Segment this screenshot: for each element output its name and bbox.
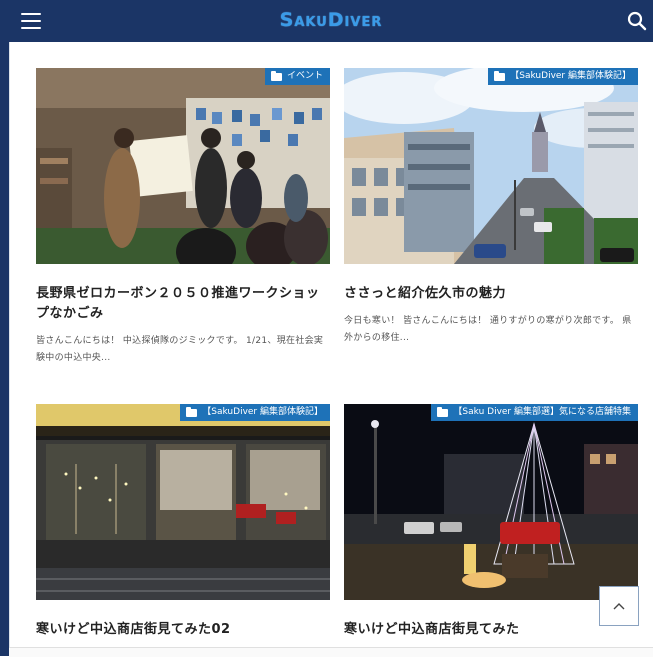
folder-icon (494, 70, 506, 81)
article-thumbnail[interactable]: 【SakuDiver 編集部体験記】 (344, 68, 638, 264)
article-thumbnail[interactable]: イベント (36, 68, 330, 264)
article-thumbnail[interactable]: 【SakuDiver 編集部体験記】 (36, 404, 330, 600)
folder-icon (186, 406, 198, 417)
category-badge[interactable]: 【SakuDiver 編集部体験記】 (488, 68, 638, 85)
site-logo[interactable]: SakuDiver (9, 9, 653, 31)
article-card[interactable]: イベント 長野県ゼロカーボン２０５０推進ワークショップなかごみ 皆さんこんにちは… (36, 68, 330, 367)
folder-icon (270, 70, 282, 81)
chevron-up-icon (613, 603, 625, 610)
back-to-top-button[interactable] (599, 586, 639, 626)
article-excerpt: 皆さんこんにちは！ 中込探偵隊のジミックです。 1/21、現在社会実験中の中込中… (36, 336, 324, 363)
category-badge[interactable]: イベント (264, 68, 330, 85)
article-list: イベント 長野県ゼロカーボン２０５０推進ワークショップなかごみ 皆さんこんにちは… (9, 42, 653, 656)
article-title[interactable]: 寒いけど中込商店街見てみた (344, 620, 638, 640)
article-card[interactable]: 【Saku Diver 編集部選】気になる店舗特集 寒いけど中込商店街見てみた (344, 404, 638, 640)
article-card[interactable]: 【SakuDiver 編集部体験記】 ささっと紹介佐久市の魅力 今日も寒い！ 皆… (344, 68, 638, 347)
folder-icon (437, 406, 449, 417)
article-title[interactable]: ささっと紹介佐久市の魅力 (344, 284, 638, 304)
search-icon[interactable] (627, 11, 647, 31)
site-header: SakuDiver (9, 0, 653, 42)
article-thumbnail[interactable]: 【Saku Diver 編集部選】気になる店舗特集 (344, 404, 638, 600)
category-badge[interactable]: 【Saku Diver 編集部選】気になる店舗特集 (431, 404, 638, 421)
article-excerpt: 今日も寒い！ 皆さんこんにちは！ 通りすがりの寒がり次郎です。 県外からの移住.… (344, 316, 632, 343)
category-badge[interactable]: 【SakuDiver 編集部体験記】 (180, 404, 330, 421)
article-card[interactable]: 【SakuDiver 編集部体験記】 寒いけど中込商店街見てみた02 (36, 404, 330, 640)
left-frame-border (0, 0, 9, 656)
article-title[interactable]: 長野県ゼロカーボン２０５０推進ワークショップなかごみ (36, 284, 330, 324)
article-title[interactable]: 寒いけど中込商店街見てみた02 (36, 620, 330, 640)
